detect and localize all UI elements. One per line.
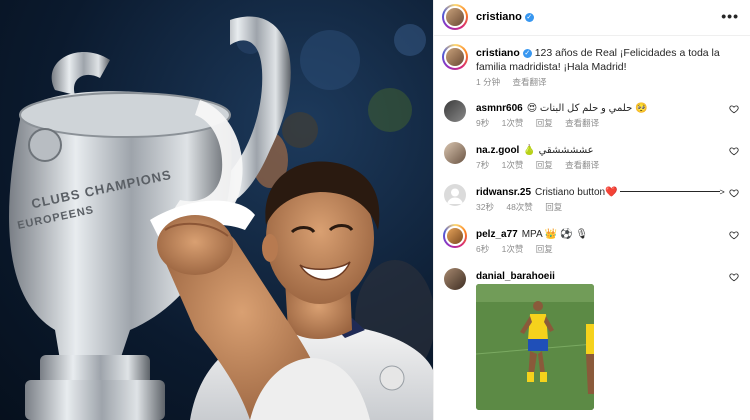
comment-time: 9秒 bbox=[476, 118, 490, 128]
comment-time: 32秒 bbox=[476, 202, 494, 212]
comment-text: 🍐 عششششقي bbox=[523, 145, 594, 156]
comment-reply-button[interactable]: 回复 bbox=[536, 118, 553, 128]
post-side-panel: cristiano ✓ ••• cristiano ✓ 123 años de Re… bbox=[433, 0, 750, 420]
more-horizontal-icon[interactable]: ••• bbox=[721, 9, 739, 23]
comment-avatar[interactable] bbox=[444, 184, 466, 206]
comment-username[interactable]: asmnr606 bbox=[476, 103, 523, 114]
photo-illustration: CLUBS CHAMPIONS EUROPEENS bbox=[9, 16, 433, 420]
comment-text: 😍 حلمي و حلم كل البنات 🥺 bbox=[526, 103, 648, 114]
comment-time: 6秒 bbox=[476, 244, 490, 254]
comment-see-translation[interactable]: 查看翻译 bbox=[565, 118, 599, 128]
post-caption: cristiano ✓ 123 años de Real ¡Felicidades… bbox=[434, 36, 750, 96]
comment-reply-button[interactable]: 回复 bbox=[536, 244, 553, 254]
comment-username[interactable]: ridwansr.25 bbox=[476, 187, 531, 198]
heart-outline-icon[interactable] bbox=[729, 104, 739, 114]
comment-text-line: na.z.gool 🍐 عششششقي bbox=[476, 144, 594, 157]
comment-meta: 32秒 48次赞 回复 bbox=[476, 201, 572, 213]
arrow-line-icon bbox=[619, 191, 720, 192]
comment-reply-button[interactable]: 回复 bbox=[536, 160, 553, 170]
comment-username[interactable]: na.z.gool bbox=[476, 145, 519, 156]
comment-time: 7秒 bbox=[476, 160, 490, 170]
heart-outline-icon[interactable] bbox=[729, 272, 739, 282]
comment-avatar[interactable] bbox=[443, 224, 467, 248]
comment-text-line: pelz_a77 MPA 👑 ⚽ 🎙 bbox=[476, 228, 588, 241]
comment-avatar[interactable] bbox=[444, 100, 466, 122]
caption-username[interactable]: cristiano bbox=[476, 47, 520, 59]
comment-text-line: asmnr606 😍 حلمي و حلم كل البنات 🥺 bbox=[476, 102, 648, 115]
comment-likes[interactable]: 48次赞 bbox=[506, 202, 532, 212]
comment-see-translation[interactable]: 查看翻译 bbox=[565, 160, 599, 170]
post-photo: CLUBS CHAMPIONS EUROPEENS bbox=[0, 0, 433, 420]
author-username-text[interactable]: cristiano bbox=[476, 11, 522, 23]
comment-avatar[interactable] bbox=[444, 142, 466, 164]
comment-item: na.z.gool 🍐 عششششقي 7秒 1次赞 回复 查看翻译 bbox=[434, 140, 750, 174]
comment-likes[interactable]: 1次赞 bbox=[502, 160, 524, 170]
comment-item: asmnr606 😍 حلمي و حلم كل البنات 🥺 9秒 1次赞 … bbox=[434, 98, 750, 132]
arrow-head-icon: > bbox=[719, 187, 725, 197]
comment-text-line: danial_barahoeii bbox=[476, 270, 559, 283]
post-header: cristiano ✓ ••• bbox=[434, 0, 750, 36]
comment-meta: 6秒 1次赞 回复 bbox=[476, 243, 563, 255]
comment-avatar[interactable] bbox=[444, 268, 466, 290]
comment-item: danial_barahoeii bbox=[434, 266, 750, 290]
comment-likes[interactable]: 1次赞 bbox=[502, 118, 524, 128]
caption-time: 1 分钟 bbox=[476, 77, 501, 87]
caption-author-avatar[interactable] bbox=[442, 44, 468, 70]
comment-meta: 7秒 1次赞 回复 查看翻译 bbox=[476, 159, 609, 171]
author-username[interactable]: cristiano ✓ bbox=[476, 11, 534, 23]
verified-badge-icon: ✓ bbox=[522, 49, 532, 58]
comment-meta: 9秒 1次赞 回复 查看翻译 bbox=[476, 117, 609, 129]
author-avatar[interactable] bbox=[442, 4, 468, 30]
comment-media-image[interactable] bbox=[476, 284, 594, 410]
comment-text: MPA 👑 ⚽ 🎙 bbox=[521, 229, 589, 240]
heart-outline-icon[interactable] bbox=[729, 146, 739, 156]
comment-likes[interactable]: 1次赞 bbox=[502, 244, 524, 254]
heart-outline-icon[interactable] bbox=[729, 230, 739, 240]
comment-text-line: ridwansr.25 Cristiano button❤️ > bbox=[476, 186, 725, 199]
comment-username[interactable]: danial_barahoeii bbox=[476, 271, 555, 282]
comment-reply-button[interactable]: 回复 bbox=[545, 202, 562, 212]
heart-outline-icon[interactable] bbox=[729, 188, 739, 198]
verified-badge-icon: ✓ bbox=[524, 13, 534, 22]
caption-meta: 1 分钟 查看翻译 bbox=[476, 76, 556, 88]
comment-item: ridwansr.25 Cristiano button❤️ > 32秒 48次赞 … bbox=[434, 182, 750, 216]
caption-text: cristiano ✓ 123 años de Real ¡Felicidades… bbox=[476, 46, 731, 74]
default-avatar-icon bbox=[447, 188, 463, 204]
caption-see-translation[interactable]: 查看翻译 bbox=[512, 77, 546, 87]
comment-item: pelz_a77 MPA 👑 ⚽ 🎙 6秒 1次赞 回复 bbox=[434, 224, 750, 258]
comment-username[interactable]: pelz_a77 bbox=[476, 229, 518, 240]
comment-text: Cristiano button❤️ bbox=[535, 187, 618, 198]
comment-media-illustration bbox=[476, 284, 594, 410]
